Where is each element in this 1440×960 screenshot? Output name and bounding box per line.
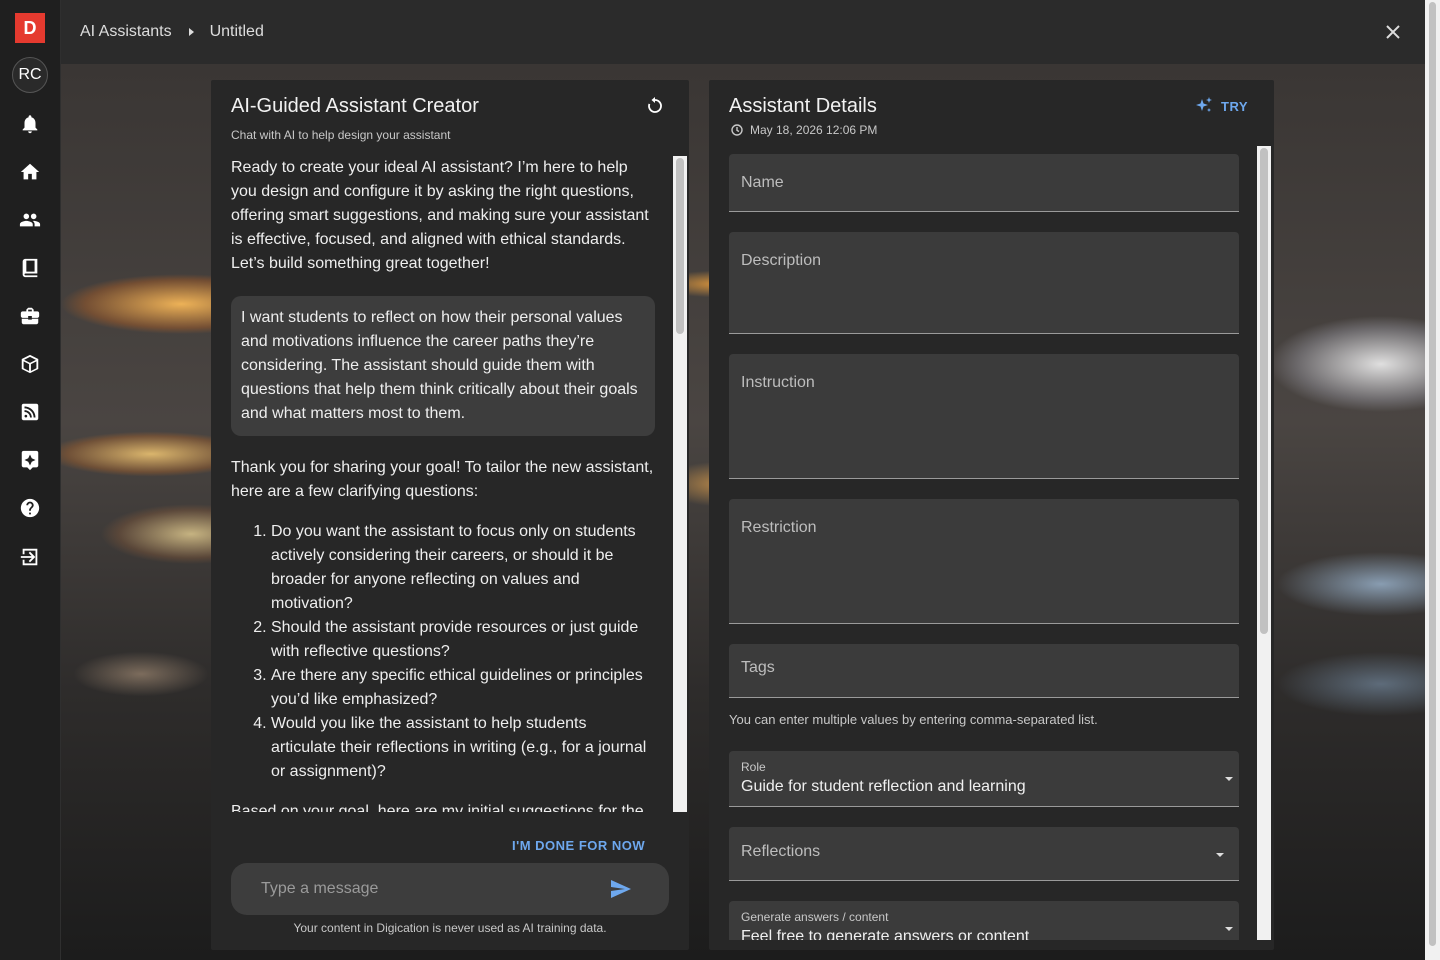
- tags-helper-text: You can enter multiple values by enterin…: [729, 712, 1098, 727]
- reflections-select[interactable]: Reflections: [729, 827, 1239, 881]
- list-item: Would you like the assistant to help stu…: [271, 712, 655, 784]
- generate-label: Generate answers / content: [741, 910, 889, 924]
- name-field[interactable]: Name: [729, 154, 1239, 212]
- history-icon: [731, 124, 743, 136]
- instruction-field[interactable]: Instruction: [729, 354, 1239, 479]
- role-select[interactable]: Role Guide for student reflection and le…: [729, 751, 1239, 807]
- restriction-field[interactable]: Restriction: [729, 499, 1239, 624]
- tags-field[interactable]: Tags: [729, 644, 1239, 698]
- box-icon[interactable]: [18, 352, 42, 376]
- restriction-label: Restriction: [741, 519, 817, 536]
- send-icon[interactable]: [610, 878, 632, 900]
- details-title: Assistant Details: [729, 95, 877, 117]
- book-icon[interactable]: [18, 256, 42, 280]
- close-icon[interactable]: [1381, 20, 1405, 44]
- generate-value: Feel free to generate answers or content: [741, 928, 1030, 940]
- done-for-now-button[interactable]: I'M DONE FOR NOW: [512, 838, 645, 853]
- assistant-reply-continued: Based on your goal, here are my initial …: [231, 803, 644, 812]
- app-logo[interactable]: D: [15, 13, 45, 43]
- instruction-label: Instruction: [741, 374, 815, 391]
- chevron-right-icon: [186, 27, 196, 37]
- question-list: Do you want the assistant to focus only …: [231, 520, 655, 784]
- assistant-reply: Thank you for sharing your goal! To tail…: [231, 459, 654, 500]
- chat-transcript[interactable]: Ready to create your ideal AI assistant?…: [231, 156, 655, 812]
- briefcase-icon[interactable]: [18, 304, 42, 328]
- people-icon[interactable]: [18, 208, 42, 232]
- user-avatar[interactable]: RC: [12, 57, 48, 93]
- last-saved: May 18, 2026 12:06 PM: [730, 123, 877, 137]
- generate-content-select[interactable]: Generate answers / content Feel free to …: [729, 901, 1239, 940]
- feed-icon[interactable]: [18, 400, 42, 424]
- breadcrumb-current: Untitled: [209, 23, 264, 40]
- description-field[interactable]: Description: [729, 232, 1239, 334]
- dropdown-arrow-icon: [1216, 853, 1224, 857]
- assistant-details-panel: Assistant Details TRY May 18, 2026 12:06…: [709, 80, 1274, 950]
- dropdown-arrow-icon: [1225, 777, 1233, 781]
- details-form: Name Description Instruction Restriction…: [729, 154, 1239, 940]
- role-value: Guide for student reflection and learnin…: [741, 778, 1026, 795]
- last-saved-date: May 18, 2026 12:06 PM: [750, 123, 878, 137]
- assistant-message: Ready to create your ideal AI assistant?…: [231, 159, 649, 272]
- ai-badge-icon[interactable]: [18, 448, 42, 472]
- details-scrollbar[interactable]: [1257, 146, 1271, 940]
- list-item: Do you want the assistant to focus only …: [271, 520, 655, 616]
- sign-in-icon[interactable]: [18, 545, 42, 569]
- nav-rail: D RC: [0, 0, 61, 960]
- chat-scrollbar[interactable]: [673, 156, 687, 812]
- window-scrollbar[interactable]: [1425, 0, 1440, 960]
- home-icon[interactable]: [18, 160, 42, 184]
- assistant-creator-panel: AI-Guided Assistant Creator Chat with AI…: [211, 80, 689, 950]
- name-label: Name: [741, 174, 784, 191]
- bell-icon[interactable]: [18, 112, 42, 136]
- help-icon[interactable]: [18, 496, 42, 520]
- tags-label: Tags: [741, 659, 775, 676]
- try-label: TRY: [1221, 98, 1249, 114]
- sparkle-icon: [1196, 97, 1212, 112]
- message-box: [231, 863, 669, 915]
- role-label: Role: [741, 760, 766, 774]
- training-data-notice: Your content in Digication is never used…: [293, 921, 607, 935]
- top-bar: AI Assistants Untitled: [61, 0, 1425, 64]
- creator-title: AI-Guided Assistant Creator: [231, 95, 479, 117]
- dropdown-arrow-icon: [1225, 927, 1233, 931]
- refresh-icon[interactable]: [644, 95, 666, 117]
- message-input[interactable]: [261, 877, 591, 901]
- creator-subtitle: Chat with AI to help design your assista…: [231, 128, 451, 142]
- breadcrumb-ai-assistants[interactable]: AI Assistants: [80, 23, 172, 41]
- list-item: Are there any specific ethical guideline…: [271, 664, 655, 712]
- list-item: Should the assistant provide resources o…: [271, 616, 655, 664]
- try-button[interactable]: TRY: [1195, 97, 1248, 115]
- reflections-label: Reflections: [741, 843, 821, 860]
- description-label: Description: [741, 252, 822, 269]
- user-message: I want students to reflect on how their …: [231, 296, 655, 436]
